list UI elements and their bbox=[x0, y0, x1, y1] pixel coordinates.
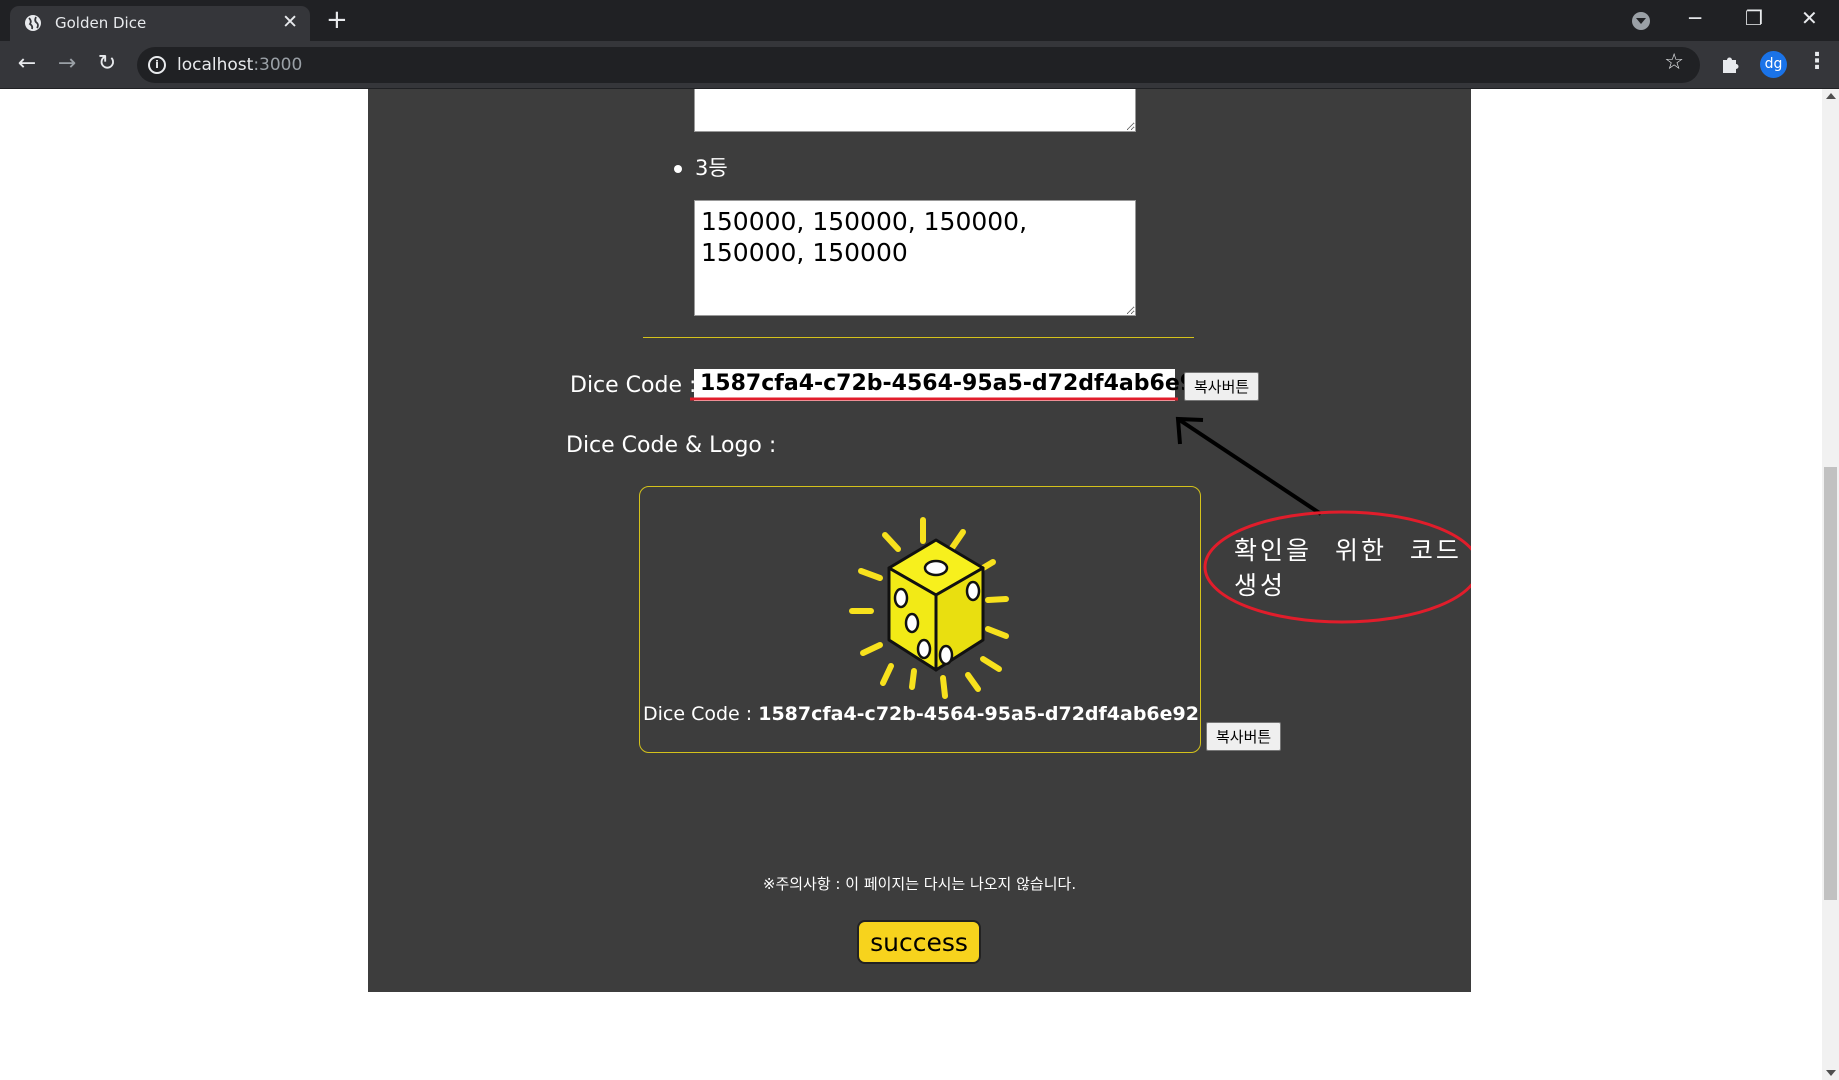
browser-toolbar: ← → ↻ i localhost:3000 ☆ dg ⋮ bbox=[0, 41, 1839, 89]
page-viewport: 3등 Dice Code : 1587cfa4-c72b-4564-95a5-d… bbox=[0, 89, 1822, 1080]
arrow-left-icon[interactable]: ← bbox=[14, 51, 40, 77]
scroll-up-icon[interactable] bbox=[1826, 93, 1836, 99]
window-close-icon[interactable]: ✕ bbox=[1801, 6, 1818, 30]
reload-icon[interactable]: ↻ bbox=[94, 51, 120, 77]
avatar[interactable]: dg bbox=[1760, 51, 1787, 78]
annotation-note: 확인을 위한 코드 생성 bbox=[1234, 536, 1462, 600]
url-text: localhost:3000 bbox=[177, 55, 303, 75]
globe-icon bbox=[25, 15, 41, 31]
close-icon[interactable]: ✕ bbox=[282, 11, 298, 33]
puzzle-icon[interactable] bbox=[1720, 53, 1742, 75]
tab-strip: Golden Dice ✕ + ─ ❐ ✕ bbox=[0, 0, 1839, 41]
minimize-icon[interactable]: ─ bbox=[1689, 6, 1701, 30]
kebab-menu-icon[interactable]: ⋮ bbox=[1806, 49, 1828, 74]
tab-title: Golden Dice bbox=[55, 14, 147, 32]
plus-icon[interactable]: + bbox=[326, 6, 348, 34]
scroll-down-icon[interactable] bbox=[1826, 1070, 1836, 1076]
info-icon[interactable]: i bbox=[148, 56, 166, 74]
address-bar[interactable]: i localhost:3000 ☆ bbox=[137, 47, 1700, 83]
annotation-arrow-shaft bbox=[1176, 417, 1323, 516]
tab-search-icon[interactable] bbox=[1632, 12, 1650, 30]
scroll-thumb[interactable] bbox=[1824, 467, 1837, 900]
vertical-scrollbar[interactable] bbox=[1822, 89, 1839, 1080]
restore-icon[interactable]: ❐ bbox=[1745, 6, 1763, 30]
arrow-right-icon[interactable]: → bbox=[54, 51, 80, 77]
star-icon[interactable]: ☆ bbox=[1664, 50, 1684, 75]
browser-tab[interactable]: Golden Dice ✕ bbox=[10, 6, 310, 41]
